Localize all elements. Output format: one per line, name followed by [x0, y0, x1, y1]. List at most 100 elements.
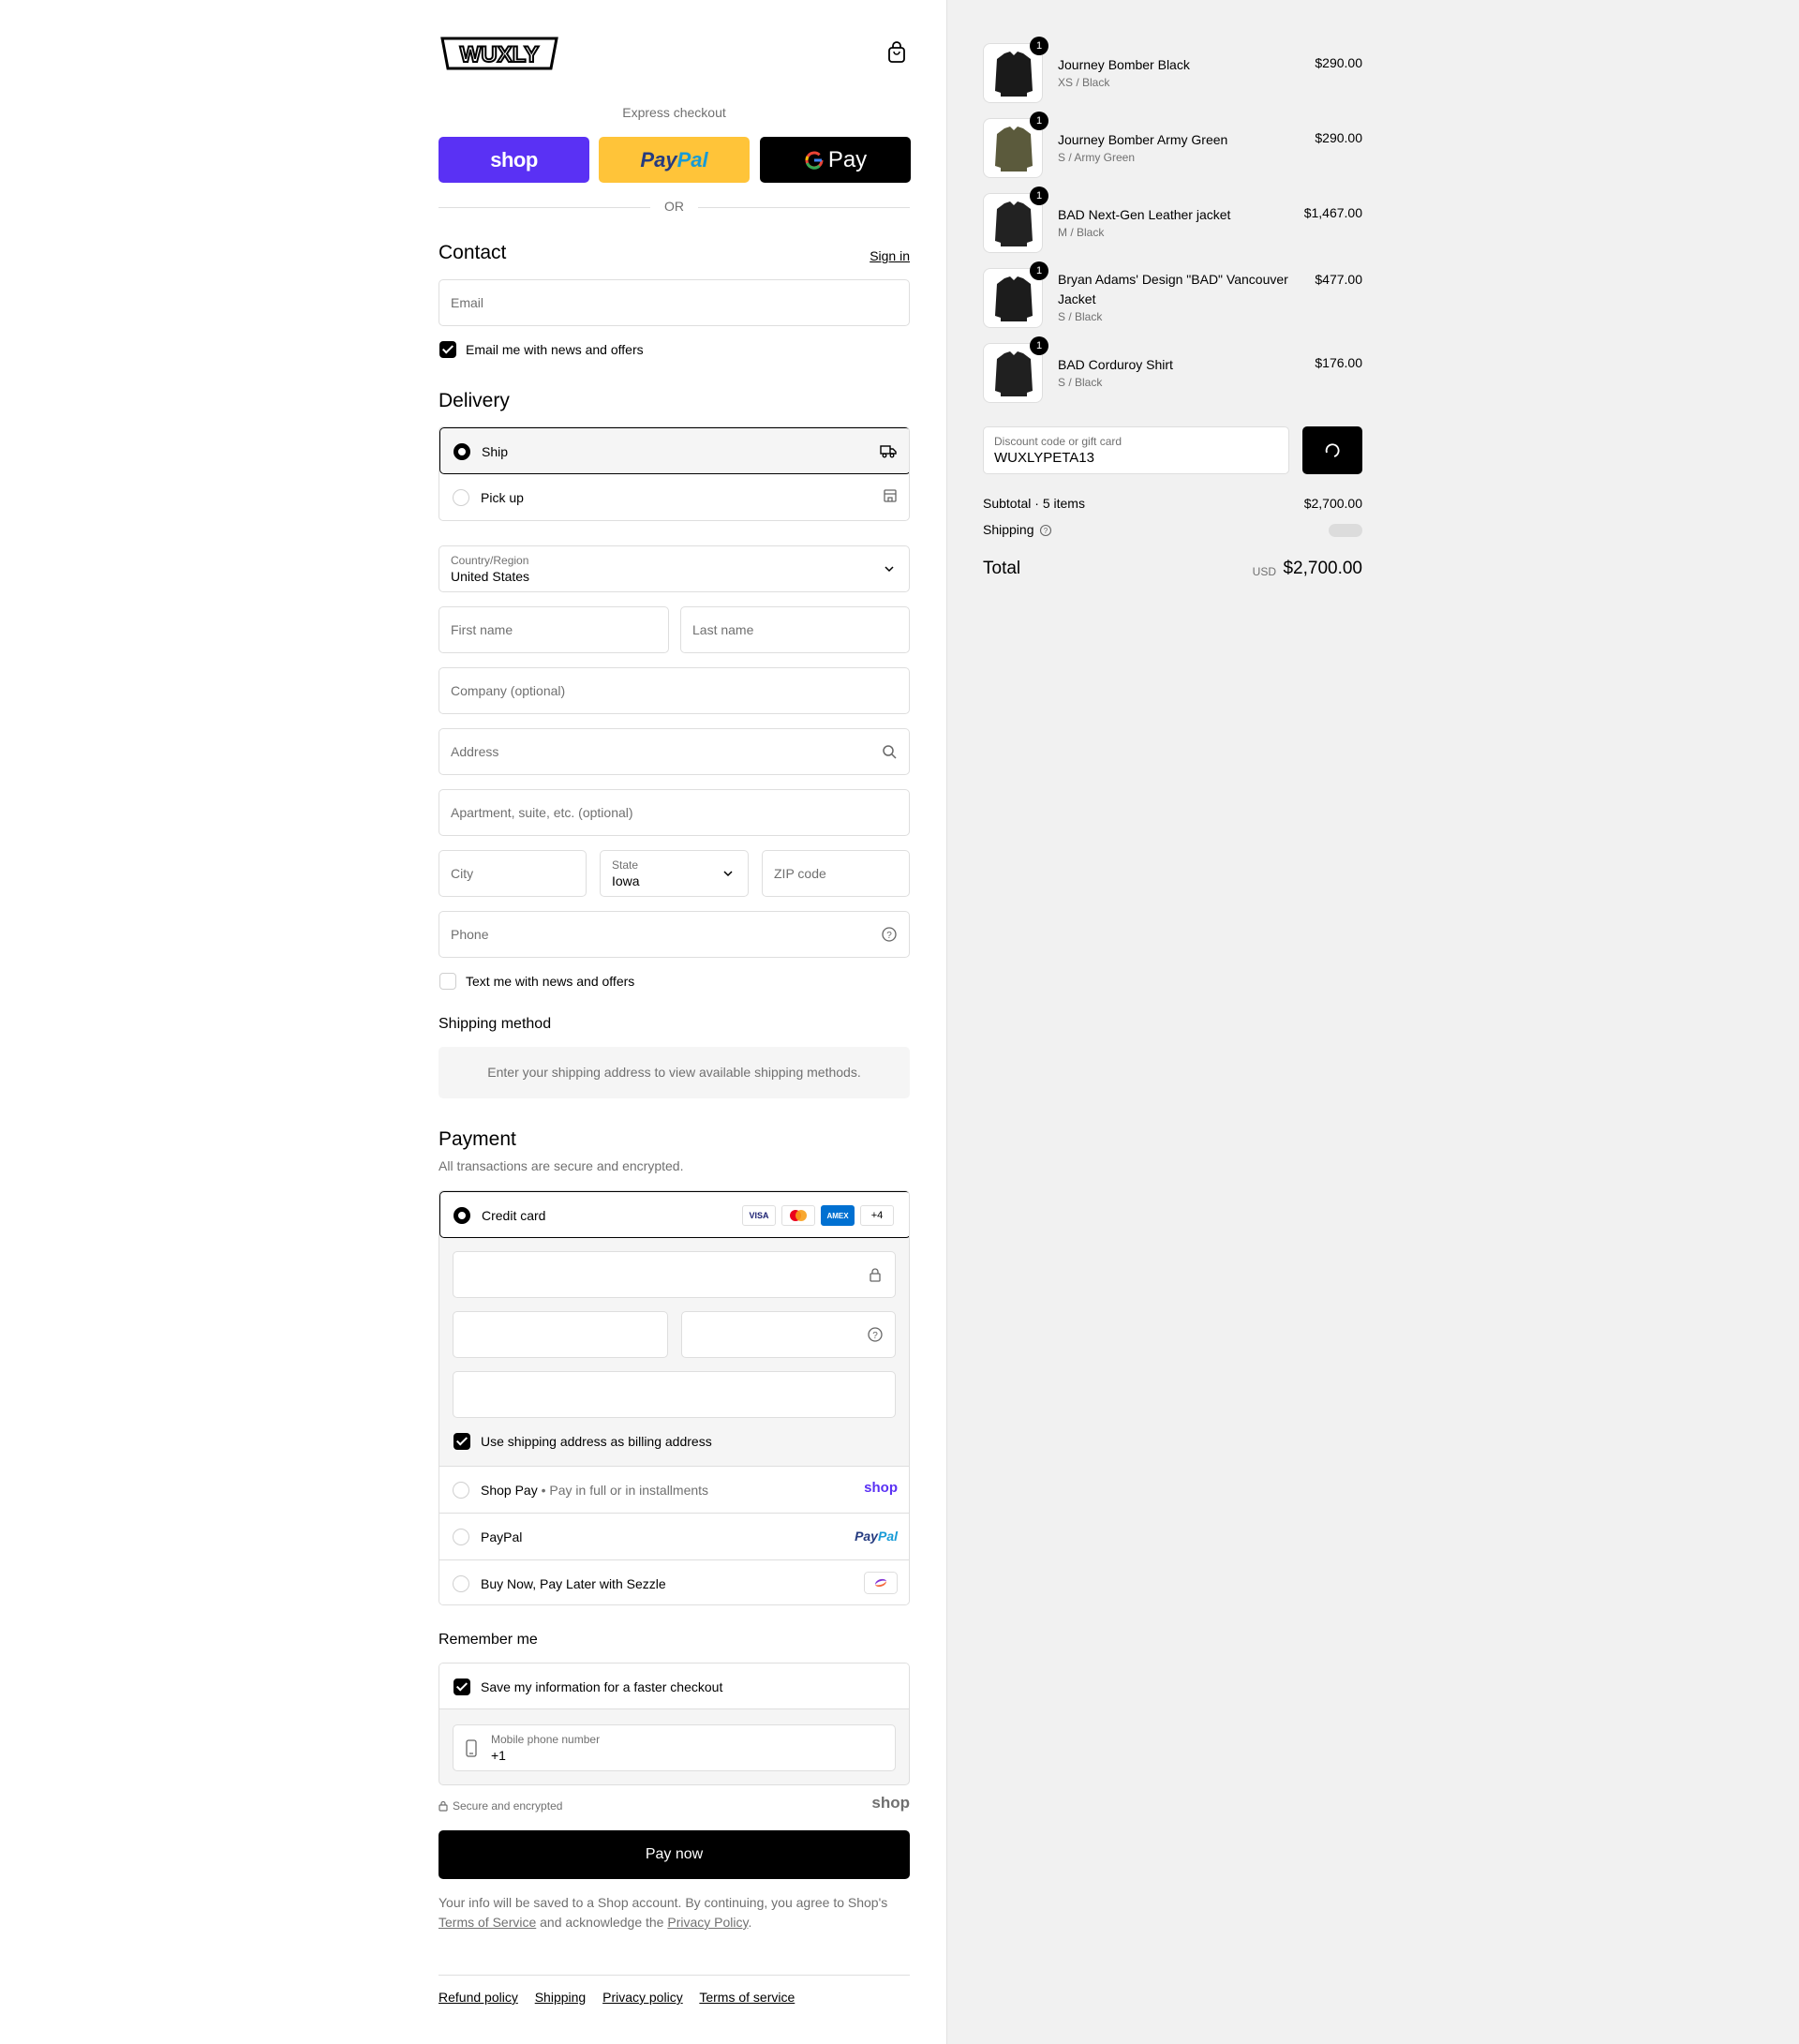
ship-option[interactable]: Ship [439, 427, 909, 474]
product-name: Journey Bomber Army Green [1058, 132, 1228, 147]
email-field[interactable]: Email [439, 279, 910, 326]
shop-pay-logo: shop [864, 1480, 898, 1496]
billing-same-checkbox[interactable] [453, 1433, 470, 1450]
sezzle-icon [864, 1572, 898, 1594]
last-name-field[interactable]: Last name [680, 606, 910, 653]
address-field[interactable]: Address [439, 728, 910, 775]
search-icon [883, 745, 897, 759]
phone-field[interactable]: Phone ? [439, 911, 910, 958]
city-field[interactable]: City [439, 850, 587, 897]
apply-discount-button[interactable] [1302, 426, 1362, 474]
legal-text: Your info will be saved to a Shop accoun… [439, 1895, 888, 1930]
sezzle-radio[interactable] [453, 1575, 469, 1592]
sign-in-link[interactable]: Sign in [870, 248, 910, 263]
amex-icon: AMEX [821, 1205, 855, 1226]
contact-heading: Contact [439, 242, 507, 263]
cart-item: 1 Journey Bomber Army Green S / Army Gre… [983, 112, 1362, 180]
cart-bag-icon[interactable] [886, 41, 907, 64]
cart-item: 1 BAD Corduroy Shirt S / Black $176.00 [983, 336, 1362, 405]
billing-same-label: Use shipping address as billing address [481, 1434, 712, 1449]
text-news-checkbox[interactable] [439, 973, 456, 990]
sezzle-option[interactable]: Buy Now, Pay Later with Sezzle [439, 1559, 909, 1604]
shop-pay-radio[interactable] [453, 1482, 469, 1499]
checkout-form-panel: WUXLY Express checkout shop Pay Pal Pay O… [0, 0, 946, 2044]
pickup-radio[interactable] [453, 489, 469, 506]
ship-radio[interactable] [453, 443, 470, 460]
footer-divider [439, 1975, 910, 1976]
payment-heading: Payment [439, 1128, 516, 1150]
privacy-policy-footer-link[interactable]: Privacy policy [602, 1990, 683, 2005]
product-name: Journey Bomber Black [1058, 57, 1190, 72]
save-info-row: Save my information for a faster checkou… [439, 1664, 909, 1709]
express-checkout-label: Express checkout [622, 105, 726, 120]
footer-links: Refund policy Shipping Privacy policy Te… [439, 1990, 808, 2005]
help-circle-icon[interactable]: ? [1039, 524, 1052, 537]
shipping-row: Shipping ? [983, 522, 1362, 537]
jacket-image [995, 276, 1033, 321]
first-name-field[interactable]: First name [439, 606, 669, 653]
card-number-field[interactable] [453, 1251, 896, 1298]
truck-icon [880, 445, 897, 458]
state-select[interactable]: State Iowa [600, 850, 749, 897]
shop-pay-option[interactable]: Shop Pay • Pay in full or in installment… [439, 1466, 909, 1513]
country-select[interactable]: Country/Region United States [439, 545, 910, 592]
jacket-image [995, 351, 1033, 396]
pickup-option[interactable]: Pick up [439, 474, 909, 520]
shipping-method-message: Enter your shipping address to view avai… [439, 1047, 910, 1098]
secure-encrypted-label: Secure and encrypted [453, 1799, 563, 1813]
subtotal-value: $2,700.00 [1303, 496, 1362, 511]
chevron-down-icon [723, 871, 733, 877]
discount-code-input[interactable]: Discount code or gift card WUXLYPETA13 [983, 426, 1289, 474]
pay-now-button[interactable]: Pay now [439, 1830, 910, 1879]
help-circle-icon[interactable]: ? [867, 1326, 884, 1343]
privacy-policy-link[interactable]: Privacy Policy [667, 1915, 748, 1930]
credit-card-radio[interactable] [453, 1207, 470, 1224]
shipping-loading-placeholder [1329, 524, 1362, 537]
mobile-phone-field[interactable]: Mobile phone number +1 [453, 1724, 896, 1771]
store-icon [884, 489, 897, 502]
product-price: $176.00 [1315, 355, 1362, 370]
visa-icon: VISA [742, 1205, 776, 1226]
shipping-policy-link[interactable]: Shipping [535, 1990, 587, 2005]
email-news-checkbox[interactable] [439, 341, 456, 358]
security-code-field[interactable]: ? [681, 1311, 896, 1358]
product-variant: S / Black [1058, 310, 1103, 323]
apartment-field[interactable]: Apartment, suite, etc. (optional) [439, 789, 910, 836]
more-cards-badge: +4 [860, 1205, 894, 1226]
payment-options: Credit card VISA AMEX +4 ? Use shipping … [439, 1190, 910, 1605]
paypal-option[interactable]: PayPal PayPal [439, 1513, 909, 1559]
svg-text:?: ? [1044, 527, 1048, 535]
svg-text:?: ? [886, 931, 892, 941]
google-pay-button[interactable]: Pay [760, 137, 911, 183]
paypal-radio[interactable] [453, 1529, 469, 1545]
or-divider: OR [439, 199, 910, 216]
cart-item: 1 BAD Next-Gen Leather jacket M / Black … [983, 186, 1362, 255]
refund-policy-link[interactable]: Refund policy [439, 1990, 518, 2005]
product-name: Bryan Adams' Design "BAD" Vancouver Jack… [1058, 272, 1288, 306]
product-name: BAD Next-Gen Leather jacket [1058, 207, 1231, 222]
email-news-label: Email me with news and offers [466, 342, 644, 357]
jacket-image [995, 127, 1033, 172]
quantity-badge: 1 [1030, 261, 1048, 280]
payment-subtitle: All transactions are secure and encrypte… [439, 1158, 684, 1173]
loading-spinner-icon [1325, 443, 1340, 457]
help-circle-icon[interactable]: ? [881, 926, 898, 943]
quantity-badge: 1 [1030, 112, 1048, 130]
zip-field[interactable]: ZIP code [762, 850, 910, 897]
total-value: $2,700.00 [1283, 559, 1362, 578]
shop-pay-button[interactable]: shop [439, 137, 589, 183]
terms-of-service-link[interactable]: Terms of Service [439, 1915, 536, 1930]
product-price: $290.00 [1315, 55, 1362, 70]
terms-of-service-footer-link[interactable]: Terms of service [699, 1990, 795, 2005]
paypal-button[interactable]: Pay Pal [599, 137, 750, 183]
company-field[interactable]: Company (optional) [439, 667, 910, 714]
wuxly-logo[interactable]: WUXLY [439, 35, 560, 72]
name-on-card-field[interactable] [453, 1371, 896, 1418]
shipping-label: Shipping [983, 522, 1034, 537]
credit-card-option[interactable]: Credit card VISA AMEX +4 [439, 1191, 909, 1238]
subtotal-label: Subtotal · 5 items [983, 496, 1085, 511]
save-info-checkbox[interactable] [453, 1678, 470, 1695]
google-g-icon [805, 151, 824, 170]
product-variant: S / Army Green [1058, 151, 1136, 164]
expiration-field[interactable] [453, 1311, 668, 1358]
